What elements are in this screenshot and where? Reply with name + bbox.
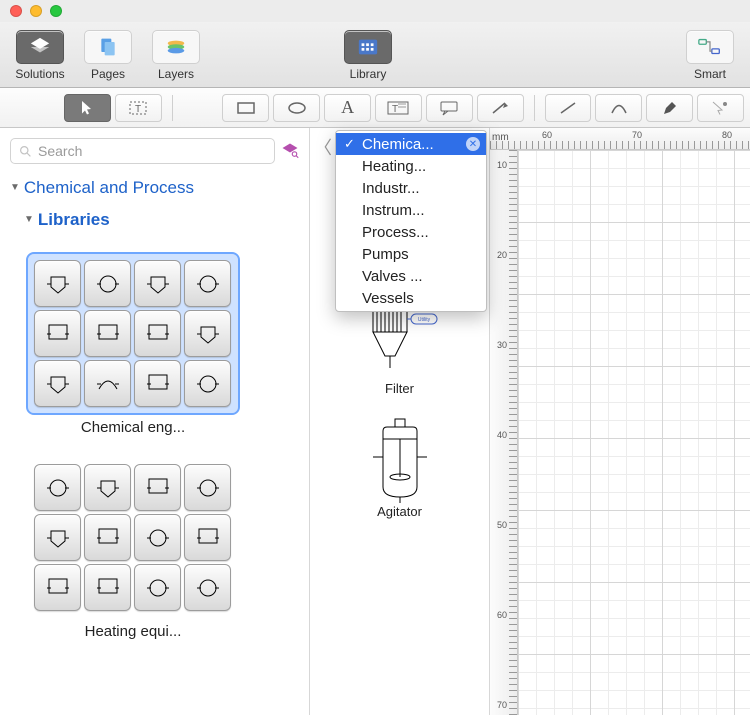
layers-button[interactable]: Layers xyxy=(142,26,210,84)
ellipse-tool[interactable] xyxy=(273,94,320,122)
ruler-vertical: 10 20 30 40 50 60 70 xyxy=(490,150,518,715)
solutions-button[interactable]: Solutions xyxy=(6,26,74,84)
line-tool[interactable] xyxy=(545,94,592,122)
library-label: Library xyxy=(350,67,387,81)
window-titlebar xyxy=(0,0,750,22)
stencil-icon xyxy=(84,360,131,407)
close-icon[interactable] xyxy=(10,5,22,17)
dropdown-item[interactable]: Valves ... xyxy=(336,265,486,287)
svg-text:Utility: Utility xyxy=(417,317,430,323)
textbox-tool[interactable]: T xyxy=(375,94,422,122)
minimize-icon[interactable] xyxy=(30,5,42,17)
stencil-icon xyxy=(34,564,81,611)
stencil-icon xyxy=(84,514,131,561)
stencil-icon xyxy=(84,260,131,307)
library-dropdown[interactable]: Chemica...✕Heating...Industr...Instrum..… xyxy=(335,130,487,312)
pages-label: Pages xyxy=(91,67,125,81)
smart-label: Smart xyxy=(694,67,726,81)
edit-points-tool[interactable] xyxy=(697,94,744,122)
search-placeholder: Search xyxy=(38,143,82,159)
shape-item[interactable]: Agitator xyxy=(355,420,445,537)
search-input[interactable]: Search xyxy=(10,138,275,164)
dropdown-item[interactable]: Vessels xyxy=(336,287,486,309)
stencil-icon xyxy=(34,514,81,561)
stencil-icon xyxy=(34,310,81,357)
dropdown-item[interactable]: Heating... xyxy=(336,155,486,177)
zoom-icon[interactable] xyxy=(50,5,62,17)
shape-item[interactable]: Utility Filter xyxy=(355,297,445,414)
ruler-horizontal: mm 60 70 80 xyxy=(490,128,750,150)
pages-icon xyxy=(98,36,118,58)
library-card-label: Chemical eng... xyxy=(28,419,238,436)
pen-tool[interactable] xyxy=(646,94,693,122)
stencil-icon xyxy=(34,360,81,407)
search-icon xyxy=(19,145,32,158)
curve-tool[interactable] xyxy=(595,94,642,122)
shape-toolbar: T A T xyxy=(0,88,750,128)
search-options-icon[interactable] xyxy=(281,142,299,160)
stencil-icon xyxy=(84,564,131,611)
library-icon xyxy=(357,37,379,57)
library-cards: Chemical eng... Heating equi... xyxy=(0,250,309,682)
stencil-icon xyxy=(134,360,181,407)
shapes-panel: 〈 Screen Utility Filter Agitator xyxy=(310,128,490,715)
arrow-tool[interactable] xyxy=(477,94,524,122)
solutions-sidebar: Search ▼Chemical and Process ▼Libraries … xyxy=(0,128,310,715)
dropdown-item[interactable]: Industr... xyxy=(336,177,486,199)
dropdown-item[interactable]: Pumps xyxy=(336,243,486,265)
stencil-icon xyxy=(184,310,231,357)
stencil-icon xyxy=(34,260,81,307)
dropdown-item[interactable]: Process... xyxy=(336,221,486,243)
back-icon[interactable]: 〈 xyxy=(314,134,332,160)
pages-button[interactable]: Pages xyxy=(74,26,142,84)
stencil-icon xyxy=(34,464,81,511)
rect-tool[interactable] xyxy=(222,94,269,122)
stencil-icon xyxy=(184,564,231,611)
library-card[interactable] xyxy=(28,254,238,413)
dropdown-item[interactable]: Chemica...✕ xyxy=(336,133,486,155)
stencil-icon xyxy=(134,260,181,307)
text-frame-tool[interactable]: T xyxy=(115,94,162,122)
smart-button[interactable]: Smart xyxy=(676,26,744,84)
stencil-icon xyxy=(134,464,181,511)
smart-icon xyxy=(697,37,723,57)
callout-tool[interactable] xyxy=(426,94,473,122)
stencil-icon xyxy=(84,310,131,357)
library-card-label: Heating equi... xyxy=(28,623,238,640)
close-icon[interactable]: ✕ xyxy=(466,137,480,151)
solutions-icon xyxy=(29,36,51,58)
stencil-icon xyxy=(134,514,181,561)
stencil-icon xyxy=(134,310,181,357)
text-tool[interactable]: A xyxy=(324,94,371,122)
solutions-label: Solutions xyxy=(15,67,64,81)
stencil-icon xyxy=(184,360,231,407)
stencil-icon xyxy=(184,514,231,561)
tree-root[interactable]: ▼Chemical and Process xyxy=(10,178,299,198)
chevron-down-icon: ▼ xyxy=(24,214,34,225)
library-button[interactable]: Library xyxy=(334,26,402,84)
tree-libraries[interactable]: ▼Libraries xyxy=(10,210,299,230)
stencil-icon xyxy=(84,464,131,511)
stencil-icon xyxy=(184,260,231,307)
stencil-icon xyxy=(134,564,181,611)
svg-text:T: T xyxy=(392,104,398,115)
layers-label: Layers xyxy=(158,67,194,81)
layers-icon xyxy=(165,36,187,58)
library-card[interactable] xyxy=(28,458,238,617)
agitator-shape-icon xyxy=(355,420,445,500)
canvas-grid xyxy=(518,150,750,715)
dropdown-item[interactable]: Instrum... xyxy=(336,199,486,221)
main-toolbar: Solutions Pages Layers Library Smart xyxy=(0,22,750,88)
pointer-tool[interactable] xyxy=(64,94,111,122)
drawing-canvas[interactable]: mm 60 70 80 10 20 30 40 50 60 70 xyxy=(490,128,750,715)
svg-text:T: T xyxy=(135,104,141,115)
stencil-icon xyxy=(184,464,231,511)
chevron-down-icon: ▼ xyxy=(10,182,20,193)
